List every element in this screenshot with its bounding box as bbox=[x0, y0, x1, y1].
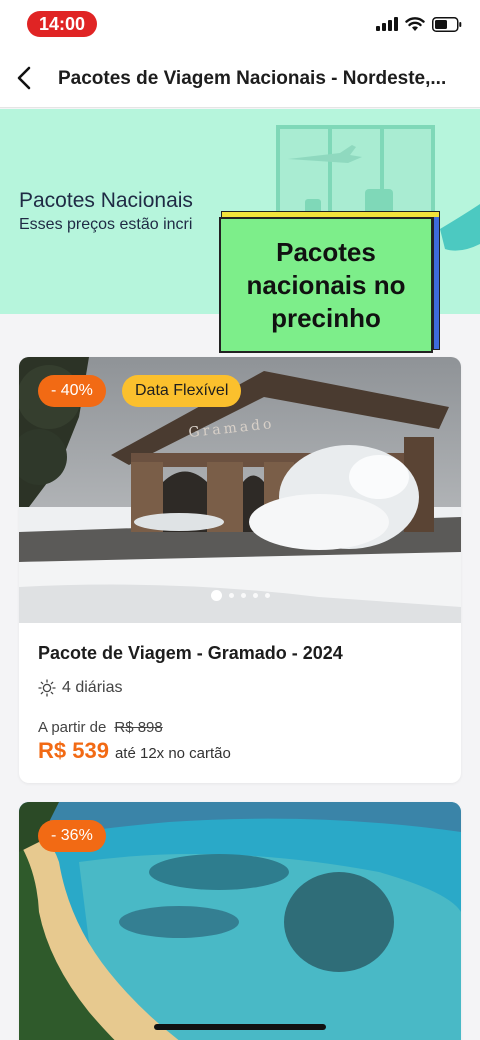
status-time: 14:00 bbox=[27, 11, 97, 37]
sticker-side bbox=[433, 214, 440, 350]
duration-text: 4 diárias bbox=[62, 679, 123, 696]
package-title[interactable]: Pacote de Viagem - Gramado - 2024 bbox=[38, 643, 343, 664]
flexible-date-badge: Data Flexível bbox=[122, 375, 242, 407]
banner-title: Pacotes Nacionais bbox=[19, 189, 193, 212]
price-label-row: A partir de R$ 898 bbox=[38, 719, 163, 736]
chevron-left-icon bbox=[17, 66, 31, 90]
package-image[interactable]: Gramado - 40% Data Flexível bbox=[19, 357, 461, 623]
status-bar: 14:00 bbox=[0, 0, 480, 48]
package-card[interactable]: Gramado - 40% Data Flexível Pacote de Vi… bbox=[19, 357, 461, 783]
old-price: R$ 898 bbox=[114, 719, 163, 736]
price: R$ 539 bbox=[38, 738, 109, 763]
status-icons bbox=[376, 14, 462, 34]
carousel-dot[interactable] bbox=[240, 593, 246, 598]
page-title: Pacotes de Viagem Nacionais - Nordeste,.… bbox=[58, 68, 447, 89]
wifi-icon bbox=[405, 16, 425, 31]
battery-icon bbox=[432, 16, 462, 32]
sticker-text: Pacotes nacionais no precinho bbox=[246, 236, 406, 333]
back-button[interactable] bbox=[6, 60, 42, 96]
carousel-dot[interactable] bbox=[264, 593, 270, 598]
carousel-dot[interactable] bbox=[228, 593, 234, 598]
sticker-face: Pacotes nacionais no precinho bbox=[219, 217, 433, 353]
package-image[interactable]: - 36% bbox=[19, 802, 461, 1040]
home-indicator[interactable] bbox=[154, 1024, 326, 1030]
discount-badge: - 36% bbox=[38, 820, 106, 852]
price-row: R$ 539 até 12x no cartão bbox=[38, 738, 231, 764]
sun-icon bbox=[38, 679, 56, 697]
carousel-dot[interactable] bbox=[252, 593, 258, 598]
nav-header: Pacotes de Viagem Nacionais - Nordeste,.… bbox=[0, 48, 480, 108]
signal-icon bbox=[376, 17, 398, 31]
promo-sticker: Pacotes nacionais no precinho bbox=[219, 211, 440, 353]
carousel-dot-active[interactable] bbox=[210, 590, 222, 601]
carousel-dots[interactable] bbox=[19, 590, 461, 601]
discount-badge: - 40% bbox=[38, 375, 106, 407]
duration-row: 4 diárias bbox=[38, 679, 122, 697]
price-from-label: A partir de bbox=[38, 719, 107, 736]
installments-text: até 12x no cartão bbox=[114, 745, 231, 762]
banner-subtitle: Esses preços estão incri bbox=[19, 216, 193, 233]
sticker-top-edge bbox=[221, 211, 440, 217]
package-card[interactable]: - 36% bbox=[19, 802, 461, 1040]
